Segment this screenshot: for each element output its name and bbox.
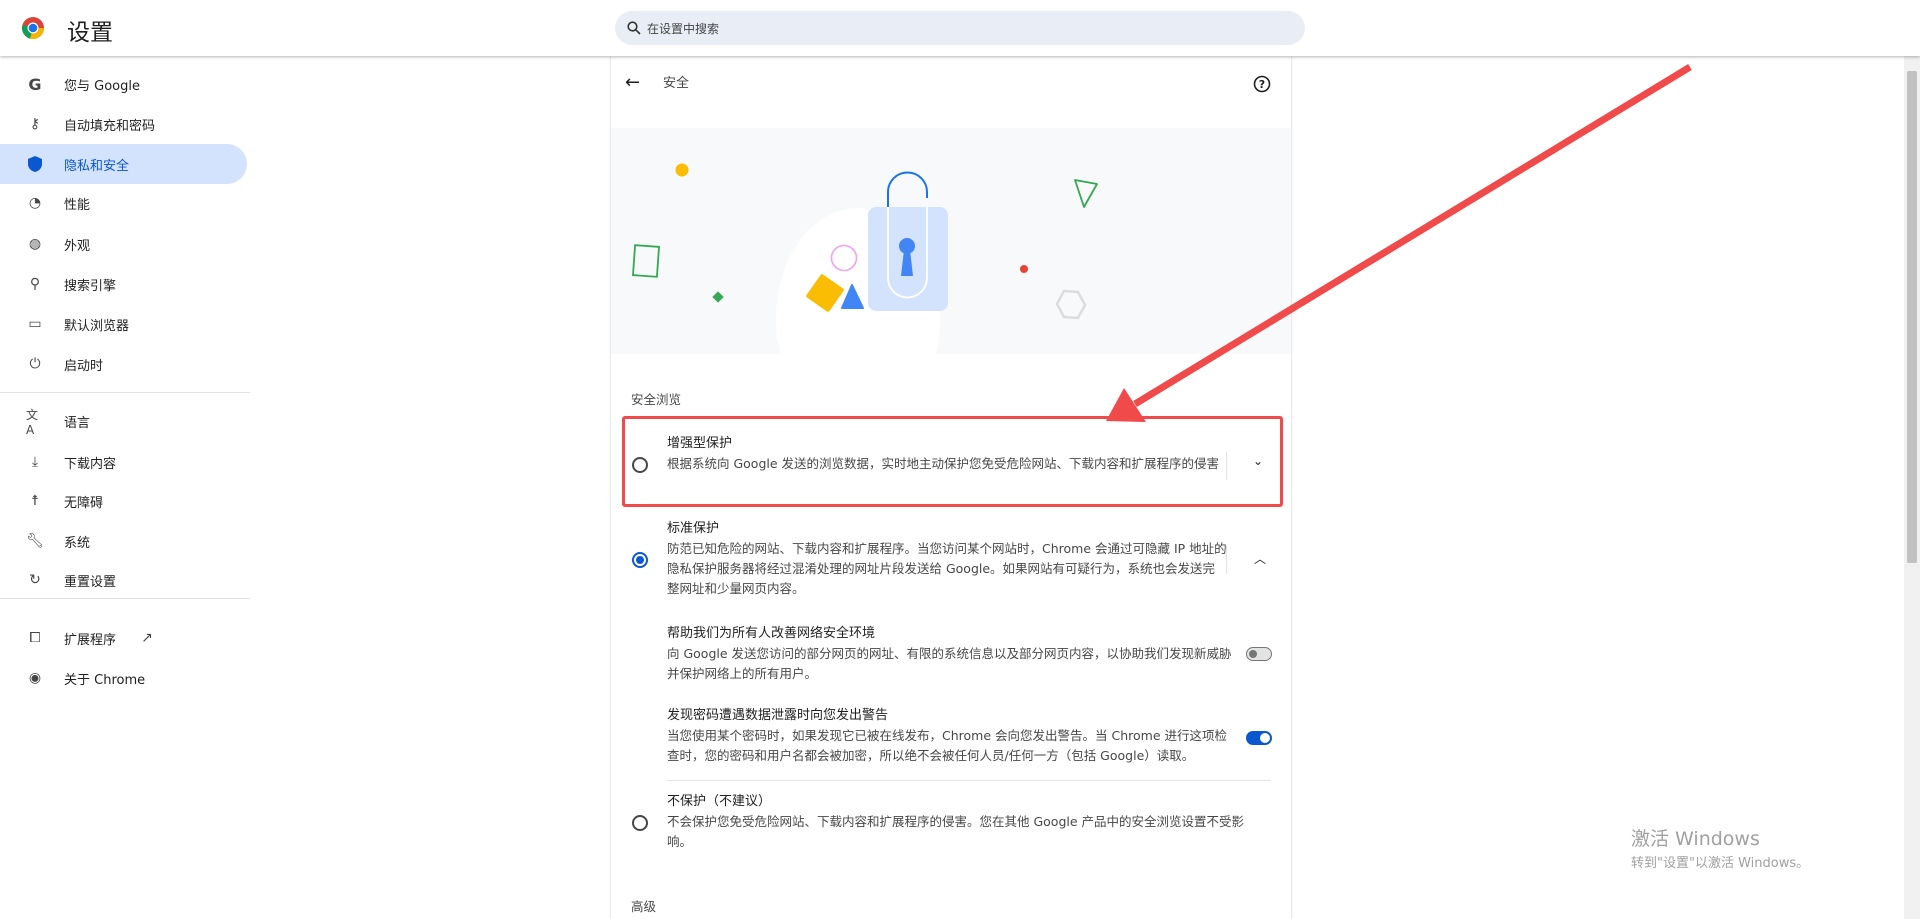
- annotation-arrow: [1106, 64, 1692, 422]
